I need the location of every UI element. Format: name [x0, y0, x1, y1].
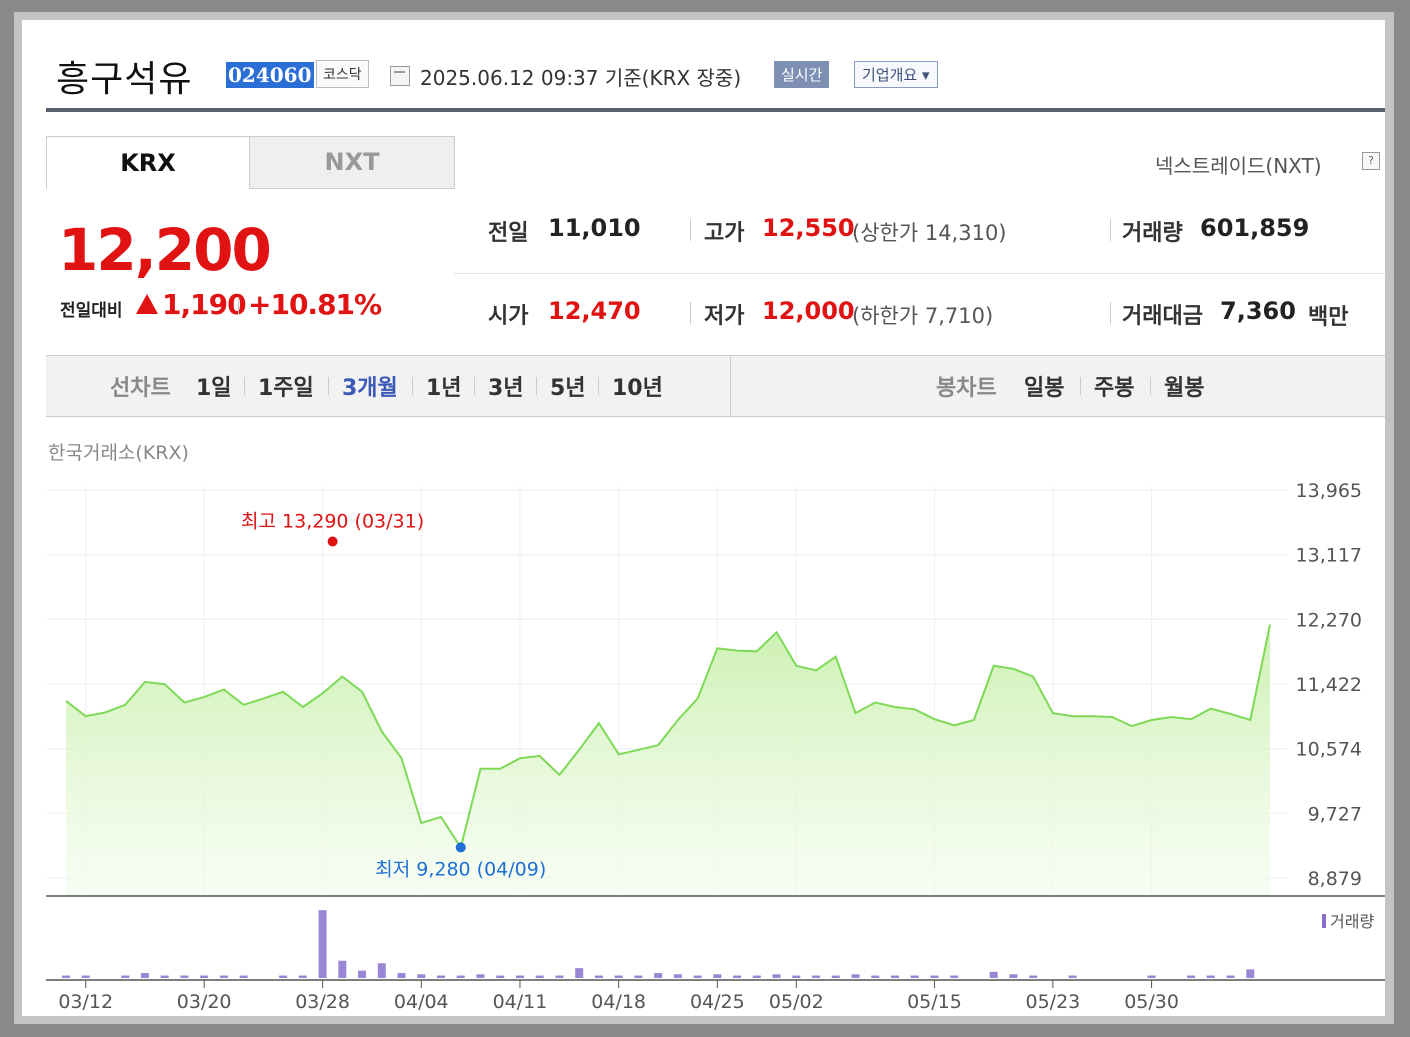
volume-bar — [338, 960, 347, 978]
volume-bar — [772, 974, 781, 978]
volume-bar — [930, 975, 939, 978]
volume-bar — [397, 973, 406, 978]
volume-bar — [713, 974, 722, 978]
volume-bar — [140, 973, 149, 978]
volume-bar — [812, 975, 821, 978]
volume-bar — [575, 968, 584, 978]
x-tick-label: 03/20 — [177, 991, 232, 1013]
volume-bar — [851, 974, 860, 978]
volume-bar — [279, 975, 288, 978]
volume-bar — [890, 975, 899, 978]
volume-bar — [358, 970, 367, 978]
volume-bar — [1206, 975, 1215, 978]
volume-bar — [831, 975, 840, 978]
volume-bar — [1226, 975, 1235, 978]
volume-bar — [417, 974, 426, 978]
volume-bar — [673, 974, 682, 978]
x-tick-label: 05/23 — [1026, 991, 1081, 1013]
min-point — [455, 842, 466, 853]
y-tick-label: 9,727 — [1308, 803, 1362, 825]
stock-panel: { "header": { "company_name": "흥구석유", "s… — [22, 20, 1385, 1016]
volume-bar — [792, 975, 801, 978]
volume-bar — [693, 975, 702, 978]
x-tick-label: 03/12 — [58, 991, 113, 1013]
volume-bar — [81, 975, 90, 978]
max-annotation: 최고 13,290 (03/31) — [241, 510, 424, 532]
y-tick-label: 8,879 — [1308, 868, 1362, 890]
x-tick-label: 05/30 — [1124, 991, 1179, 1013]
y-tick-label: 13,117 — [1296, 545, 1362, 567]
volume-bar — [535, 975, 544, 978]
volume-bar — [950, 975, 959, 978]
volume-bar — [1029, 975, 1038, 978]
volume-bar — [160, 975, 169, 978]
volume-bar — [219, 975, 228, 978]
volume-bar — [752, 975, 761, 978]
volume-bar — [989, 971, 998, 978]
x-tick-label: 03/28 — [295, 991, 350, 1013]
y-tick-label: 13,965 — [1296, 480, 1362, 502]
volume-bar — [298, 975, 307, 978]
price-chart: 13,965 13,117 12,270 11,422 10,574 9,727 8,879… — [46, 480, 1385, 1013]
volume-legend-swatch — [1322, 914, 1326, 928]
volume-bar — [180, 975, 189, 978]
max-point — [327, 536, 338, 547]
volume-bar — [1068, 975, 1077, 978]
x-tick-label: 04/04 — [394, 991, 449, 1013]
volume-bar — [318, 910, 327, 978]
volume-bar — [239, 975, 248, 978]
volume-bar — [437, 975, 446, 978]
volume-bar — [1009, 974, 1018, 978]
min-annotation: 최저 9,280 (04/09) — [375, 858, 546, 880]
price-area — [66, 624, 1270, 896]
volume-bar — [634, 975, 643, 978]
volume-bar — [200, 975, 209, 978]
volume-bar — [1246, 969, 1255, 978]
y-tick-label: 12,270 — [1296, 609, 1362, 631]
volume-bar — [555, 975, 564, 978]
volume-bar — [1187, 975, 1196, 978]
volume-bar — [733, 975, 742, 978]
y-tick-label: 10,574 — [1296, 739, 1362, 761]
volume-bar — [62, 975, 70, 978]
x-tick-label: 04/18 — [591, 991, 646, 1013]
volume-bar — [1147, 975, 1156, 978]
volume-bar — [594, 975, 603, 978]
volume-bar — [496, 975, 505, 978]
x-tick-label: 04/25 — [690, 991, 745, 1013]
volume-bar — [654, 973, 663, 978]
x-tick-label: 04/11 — [493, 991, 548, 1013]
volume-bar — [377, 963, 386, 978]
volume-bar — [614, 975, 623, 978]
volume-bar — [871, 975, 880, 978]
x-tick-label: 05/15 — [907, 991, 962, 1013]
x-tick-label: 05/02 — [769, 991, 824, 1013]
volume-bar — [121, 975, 130, 978]
volume-bar — [456, 975, 465, 978]
volume-bar — [515, 975, 524, 978]
y-tick-label: 11,422 — [1296, 674, 1362, 696]
volume-bar — [910, 975, 919, 978]
volume-bar — [476, 974, 485, 978]
volume-legend: 거래량 — [1330, 912, 1374, 931]
